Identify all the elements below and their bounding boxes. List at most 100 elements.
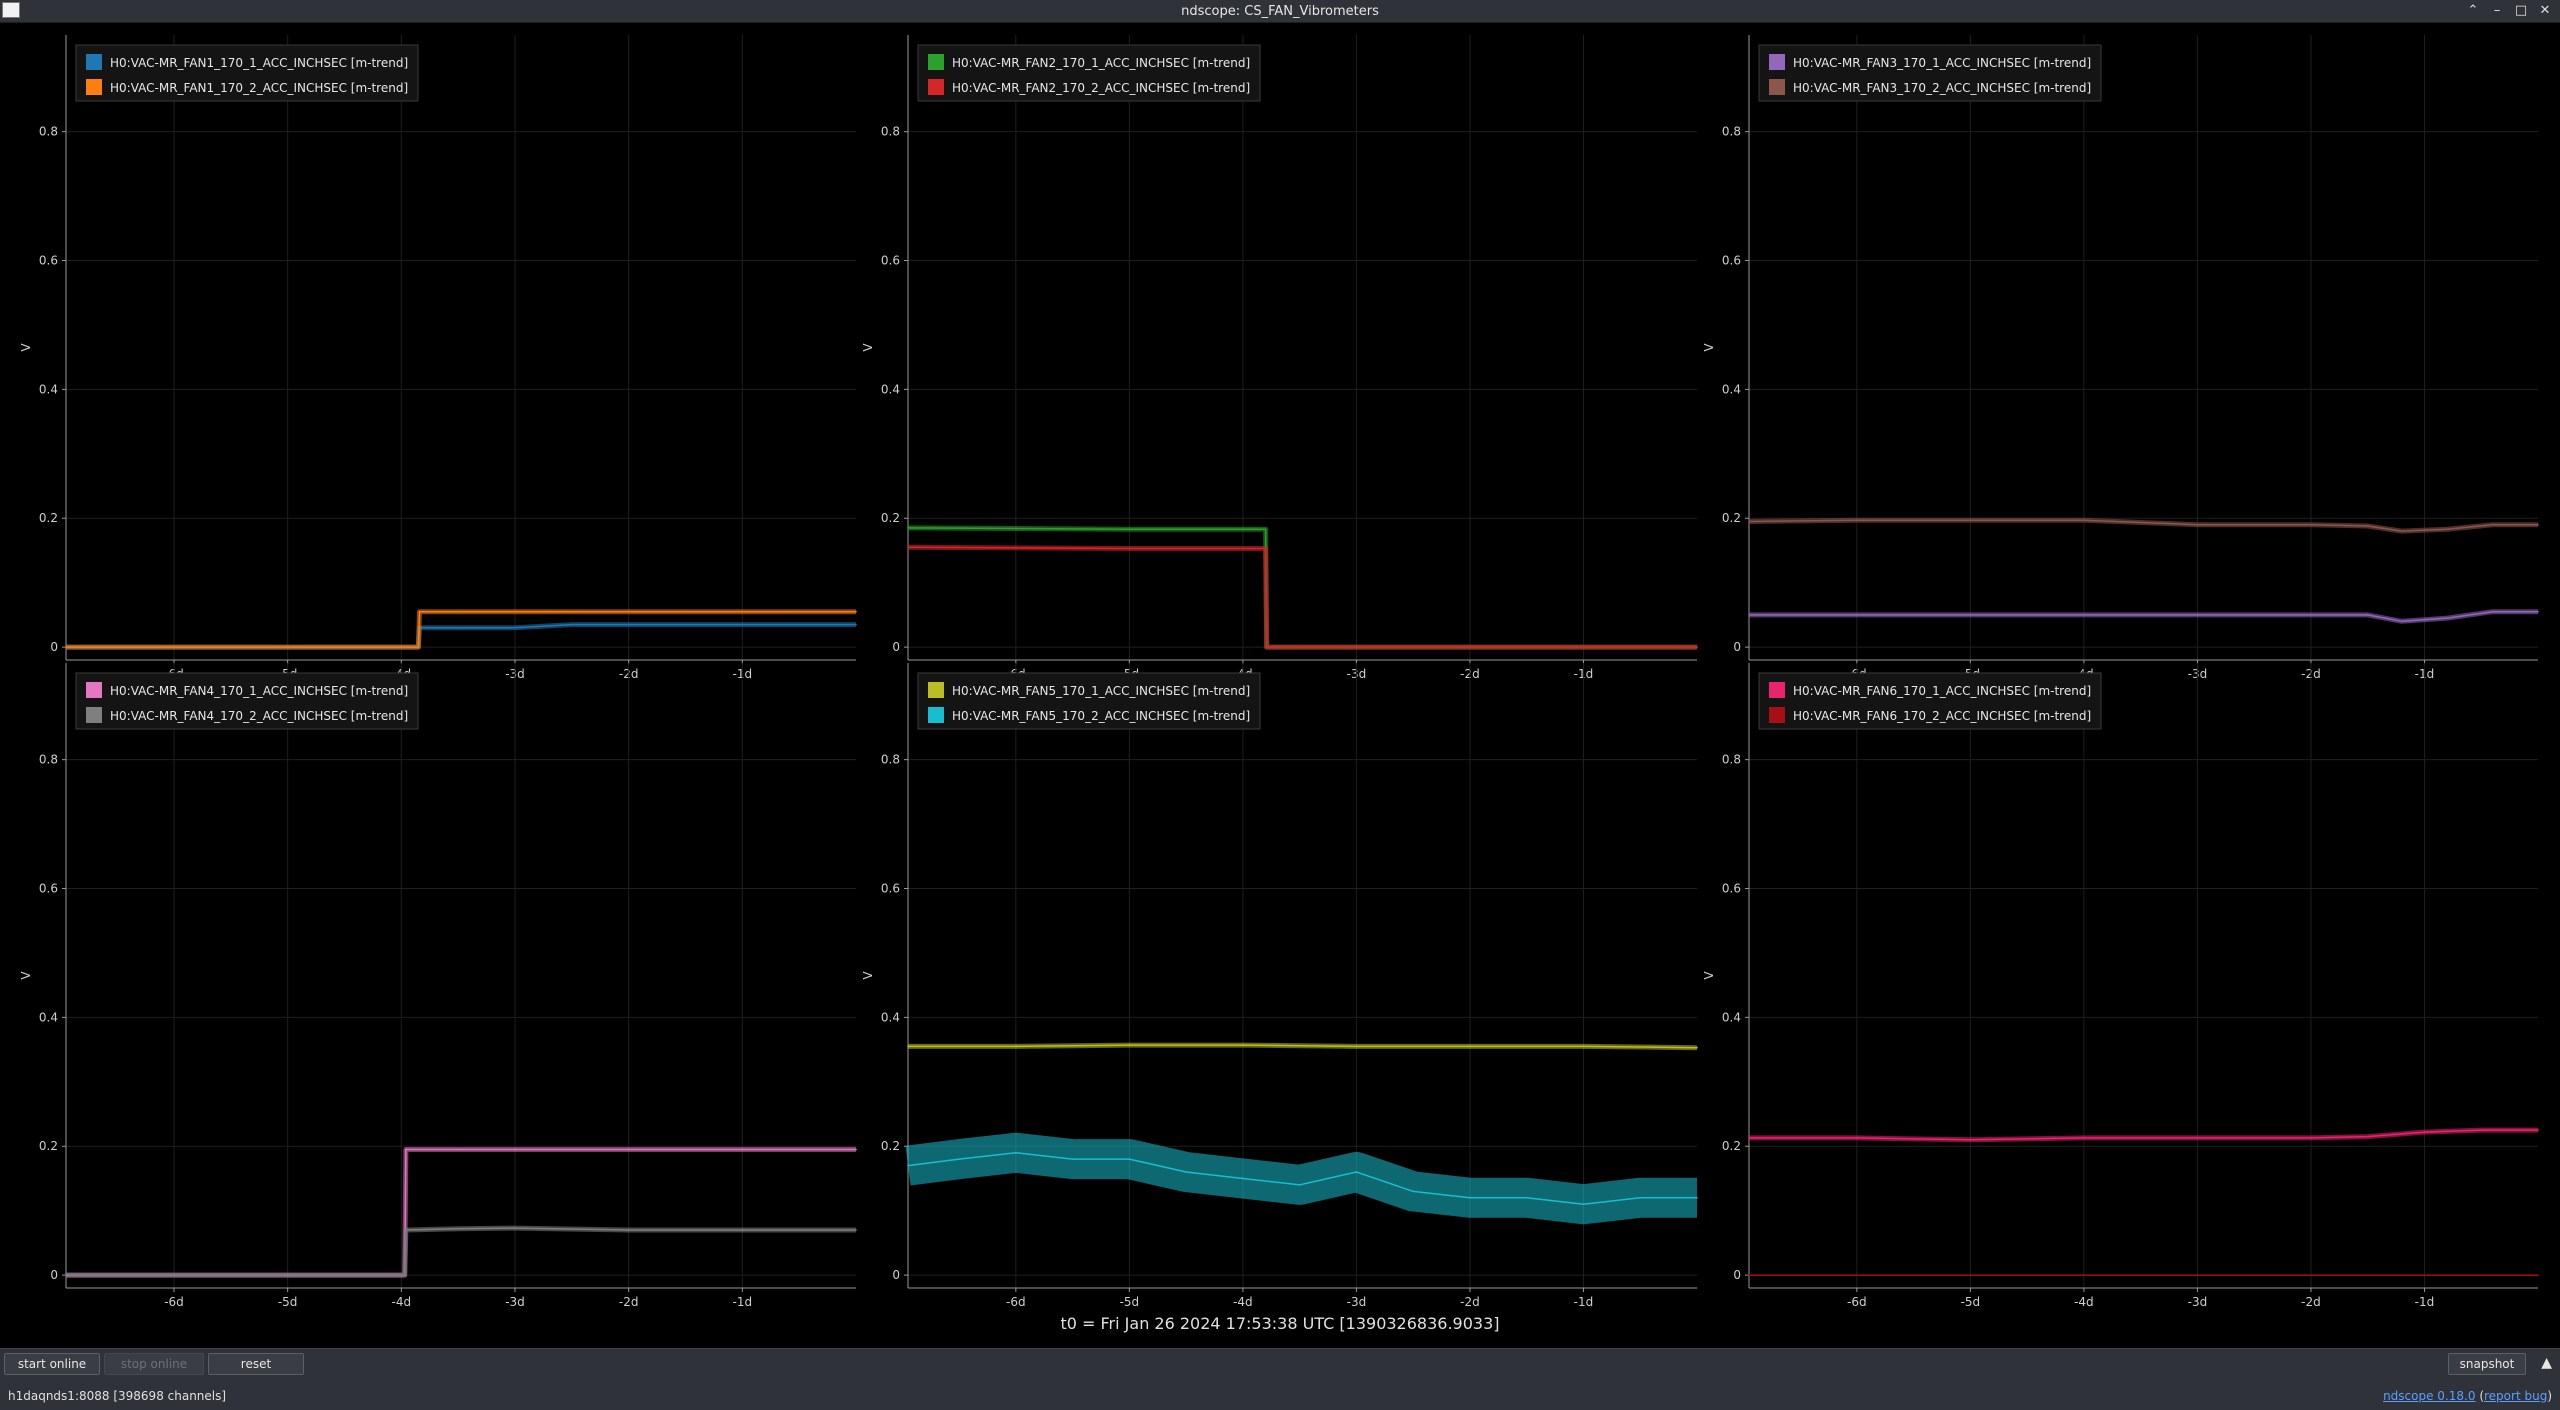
minimize-icon[interactable]: – [2488,2,2506,20]
data-point [1748,520,1750,523]
series-path [66,1148,856,1276]
y-tick-label: 0.8 [1722,753,1741,767]
y-tick-label: 0 [1733,1268,1741,1282]
data-point [2083,614,2085,616]
legend-swatch[interactable] [928,54,944,70]
data-point [907,1164,909,1167]
legend-label: H0:VAC-MR_FAN5_170_2_ACC_INCHSEC [m-tren… [952,709,1250,723]
data-point [1265,646,1268,648]
window-titlebar: ndscope: CS_FAN_Vibrometers ⌃ – □ ✕ [0,0,2560,23]
y-tick-label: 0 [50,1268,58,1282]
maximize-icon[interactable]: □ [2512,2,2530,20]
plot-fan5[interactable]: 0 0.2 0.4 0.6 0.8 -6d -5d -4d -3d -2d -1d V H0:VAC-M… [861,663,1698,1309]
version-link[interactable]: ndscope 0.18.0 [2383,1389,2475,1403]
y-tick-label: 0.6 [881,882,900,896]
data-point [1185,1171,1187,1173]
data-point [2083,519,2085,521]
plot-fan6[interactable]: 0 0.2 0.4 0.6 0.8 -6d -5d -4d -3d -2d -1d V H0:VAC-M… [1702,663,2539,1309]
data-point [798,623,800,626]
data-point [514,626,516,629]
paren-close: ) [2547,1389,2552,1403]
legend-label: H0:VAC-MR_FAN4_170_1_ACC_INCHSEC [m-tren… [110,684,408,698]
snapshot-button[interactable]: snapshot [2448,1353,2526,1375]
triangle-up-icon[interactable]: ▲ [2541,1355,2552,1371]
data-point [855,623,857,626]
data-point [1639,1196,1642,1199]
series-band [907,544,1697,650]
legend-swatch[interactable] [86,707,102,723]
data-point [1264,528,1267,531]
data-point [1856,519,1858,521]
data-point [1696,646,1698,648]
app-icon[interactable] [2,2,20,18]
y-tick-label: 0.6 [881,254,900,268]
y-tick-label: 0.4 [39,1010,58,1024]
series-line [1748,609,2539,624]
legend-swatch[interactable] [1769,54,1785,70]
x-tick-label: -3d [505,1295,525,1309]
report-bug-link[interactable]: report bug [2484,1389,2547,1403]
y-tick-label: 0.4 [881,382,900,396]
legend-label: H0:VAC-MR_FAN5_170_1_ACC_INCHSEC [m-tren… [952,684,1250,698]
close-icon[interactable]: ✕ [2536,2,2554,20]
legend-swatch[interactable] [86,54,102,70]
y-tick-label: 0.4 [39,382,58,396]
data-point [1015,1151,1017,1154]
legend-swatch[interactable] [86,79,102,95]
start-online-button[interactable]: start online [4,1353,100,1375]
legend[interactable]: H0:VAC-MR_FAN6_170_1_ACC_INCHSEC [m-tren… [1758,672,2102,730]
plot-fan3[interactable]: 00.20.40.60.8-6d-5d-4d-3d-2d-1dVH0:VAC-M… [1702,35,2539,681]
data-point [2491,523,2494,526]
stop-online-button[interactable]: stop online [104,1353,204,1375]
legend-swatch[interactable] [1769,682,1785,698]
legend[interactable]: H0:VAC-MR_FAN4_170_1_ACC_INCHSEC [m-tren… [75,672,419,730]
legend-swatch[interactable] [1769,707,1785,723]
legend-swatch[interactable] [1769,79,1785,95]
data-point [2537,1129,2539,1131]
data-point [457,626,459,629]
plot-fan4[interactable]: 0 0.2 0.4 0.6 0.8 -6d -5d -4d -3d -2d -1d V H0:VAC-M… [19,663,857,1309]
legend[interactable]: H0:VAC-MR_FAN2_170_1_ACC_INCHSEC [m-tren… [917,44,1261,102]
plot-fan1[interactable]: 00.20.40.60.8-6d-5d-4d-3d-2d-1dVH0:VAC-M… [19,35,857,681]
data-point [1412,1190,1414,1193]
data-point [907,527,909,529]
legend[interactable]: H0:VAC-MR_FAN3_170_1_ACC_INCHSEC [m-tren… [1758,44,2102,102]
chevron-up-icon[interactable]: ⌃ [2464,2,2482,20]
data-point [798,610,800,613]
data-point [2083,1137,2085,1139]
legend[interactable]: H0:VAC-MR_FAN1_170_1_ACC_INCHSEC [m-tren… [75,44,419,102]
legend-swatch[interactable] [928,682,944,698]
legend-swatch[interactable] [86,682,102,698]
data-point [2400,530,2403,532]
data-point [1128,1044,1131,1046]
series-line [907,1042,1698,1051]
x-tick-label: -1d [733,1295,753,1309]
series-line [905,1132,1698,1225]
series-band [66,1225,856,1278]
x-tick-label: -1d [1574,1295,1594,1309]
reset-label: reset [240,1357,272,1371]
plot-fan2[interactable]: 00.20.40.60.8-6d-5d-4d-3d-2d-1dVH0:VAC-M… [861,35,1698,681]
y-axis-label: V [861,343,875,352]
y-tick-label: 0.2 [1722,511,1741,525]
reset-button[interactable]: reset [208,1353,304,1375]
series-line [65,622,857,650]
y-tick-label: 0.6 [1722,882,1741,896]
x-tick-label: -4d [392,1295,412,1309]
y-tick-label: 0.8 [39,753,58,767]
y-tick-label: 0.6 [1722,254,1741,268]
data-point [855,1229,857,1231]
data-point [571,623,573,626]
series-line [65,1225,857,1278]
data-point [514,1148,516,1151]
legend[interactable]: H0:VAC-MR_FAN5_170_1_ACC_INCHSEC [m-tren… [917,672,1261,730]
legend-swatch[interactable] [928,79,944,95]
legend-swatch[interactable] [928,707,944,723]
y-tick-label: 0.2 [1722,1139,1741,1153]
series-band [905,1132,1697,1225]
plot-grid[interactable]: 0 0.2 0.4 0.6 0.8 -6d -5d -4d -3d -2d -1d V H0:VAC-M… [0,23,2560,1348]
y-axis-label: V [1702,971,1716,980]
data-point [855,610,857,613]
x-tick-label: -3d [1347,1295,1367,1309]
data-point [627,623,630,626]
